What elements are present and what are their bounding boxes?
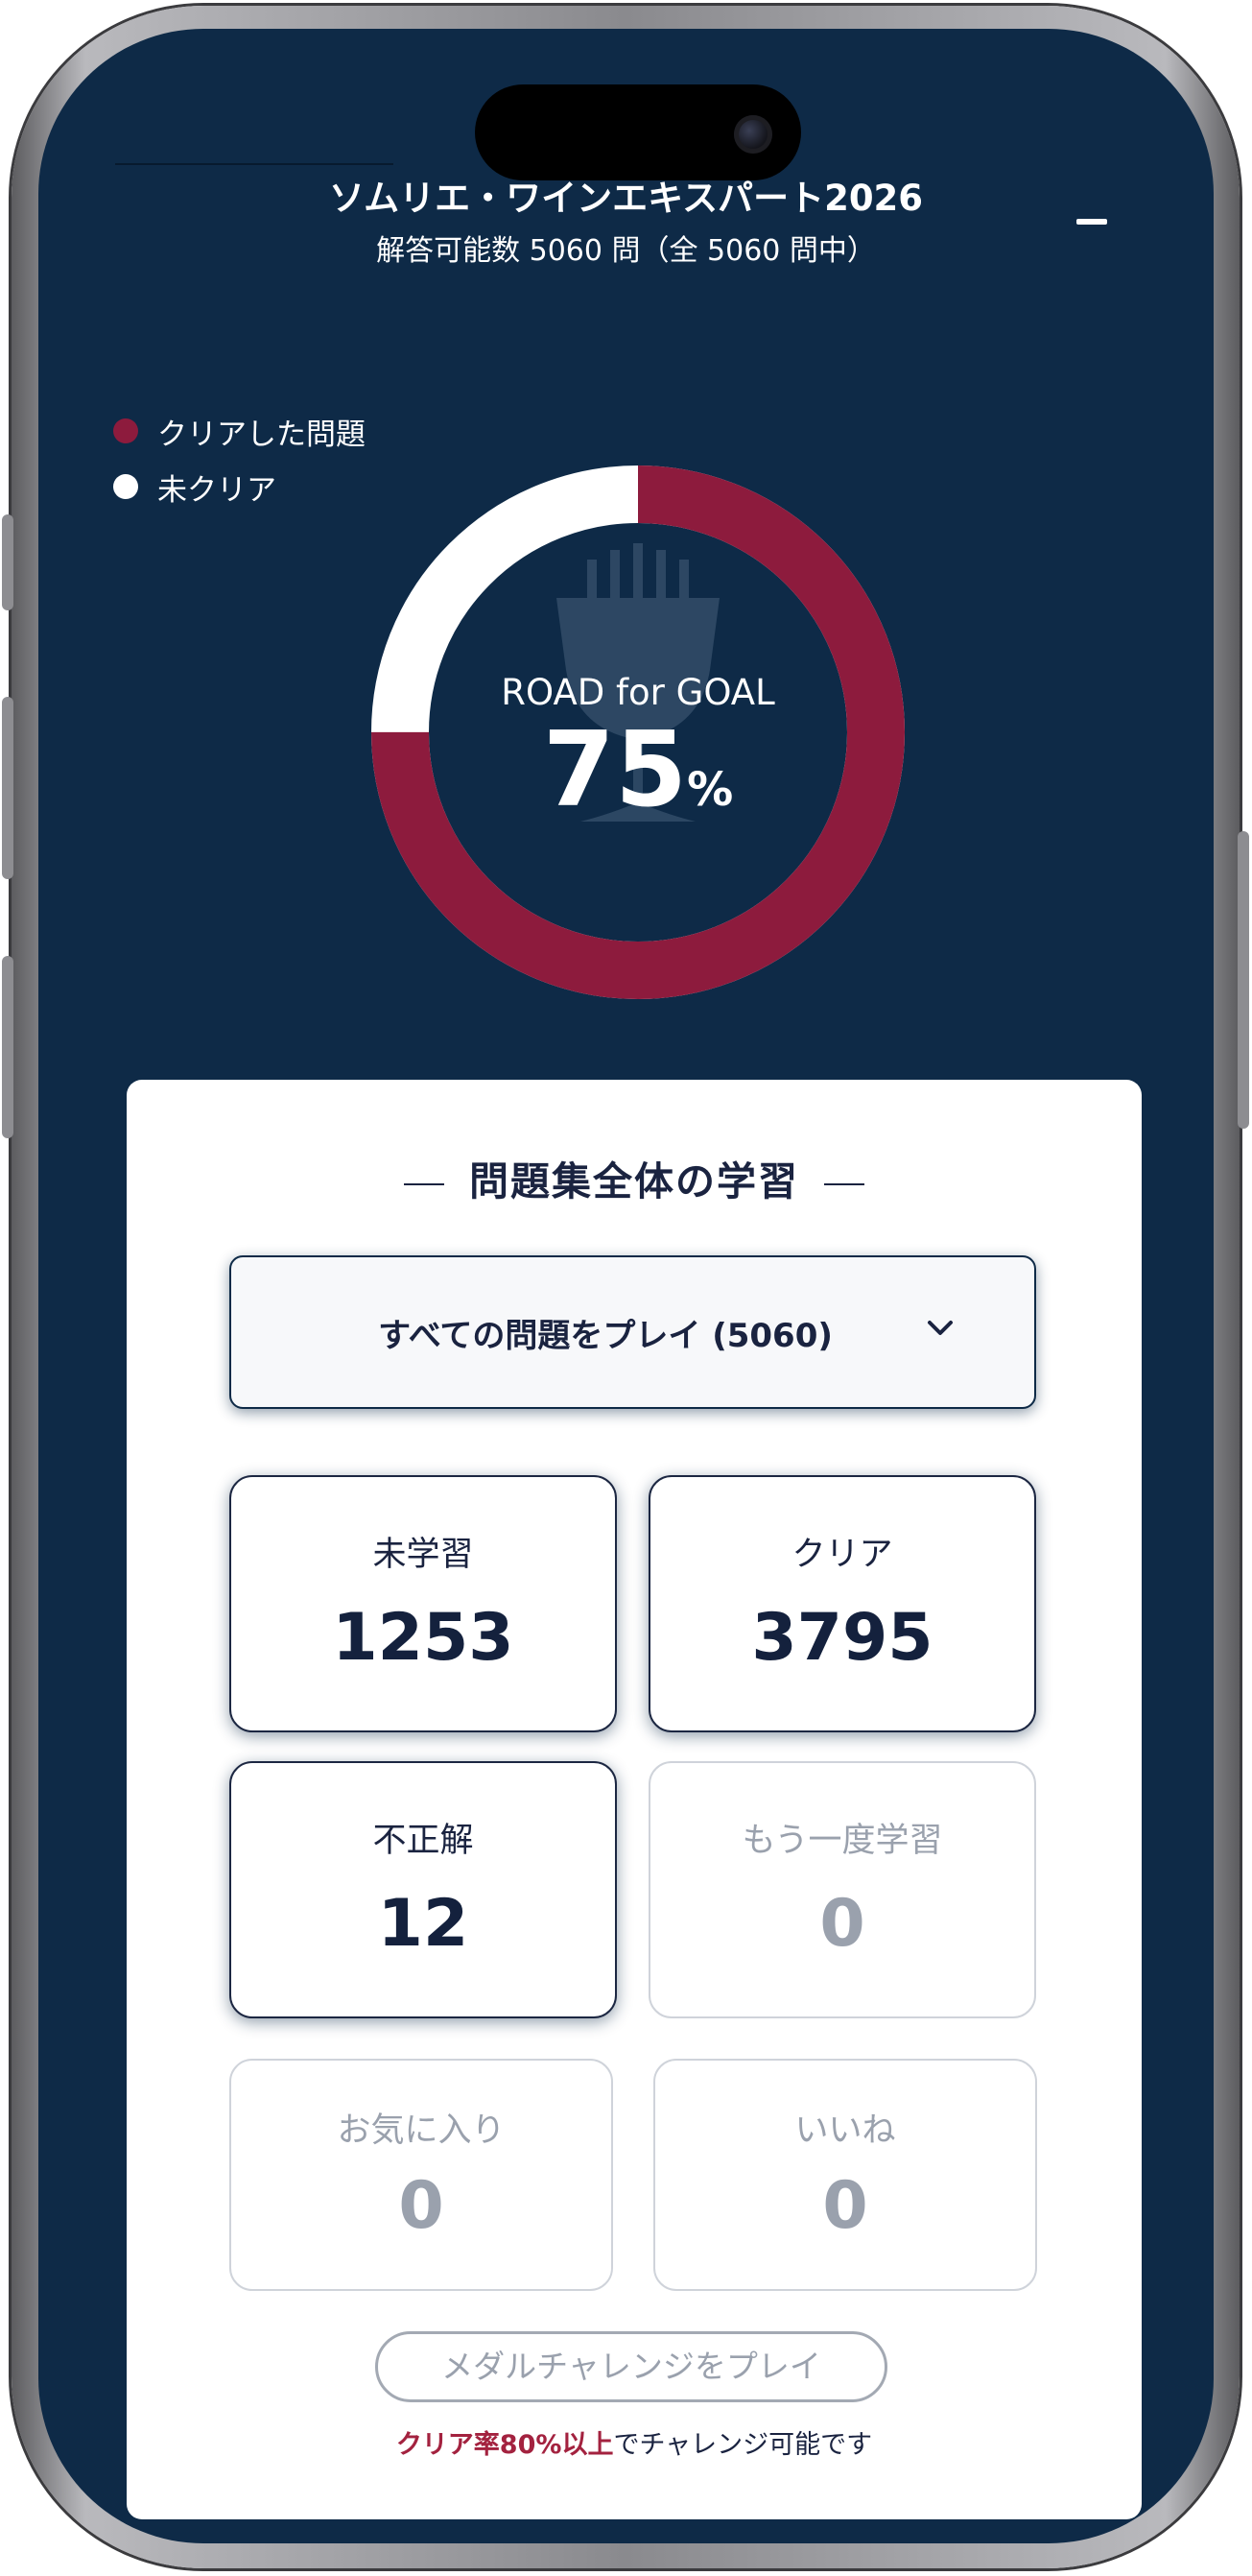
answerable-count: 解答可能数 5060 問（全 5060 問中） xyxy=(376,234,876,268)
tile-value: 1253 xyxy=(332,1600,514,1676)
title-dash-right xyxy=(824,1183,864,1185)
tile-cleared[interactable]: クリア 3795 xyxy=(649,1475,1036,1732)
tile-label: お気に入り xyxy=(337,2111,506,2150)
phone-volume-down-button xyxy=(2,956,13,1138)
phone-action-button xyxy=(2,514,13,610)
legend-label-cleared: クリアした問題 xyxy=(157,417,366,452)
legend-dot-uncleared xyxy=(113,474,138,499)
challenge-condition-note: クリア率80%以上でチャレンジ可能です xyxy=(127,2423,1142,2461)
legend-item-uncleared: 未クリア xyxy=(113,459,366,514)
challenge-condition-highlight: クリア率80%以上 xyxy=(395,2430,614,2460)
tile-label: 未学習 xyxy=(372,1536,474,1574)
phone-power-button xyxy=(1238,831,1249,1129)
section-title-text: 問題集全体の学習 xyxy=(469,1158,799,1205)
tile-value: 0 xyxy=(819,1886,865,1962)
tile-label: もう一度学習 xyxy=(742,1822,943,1860)
legend-item-cleared: クリアした問題 xyxy=(113,403,366,459)
tile-unstudied[interactable]: 未学習 1253 xyxy=(229,1475,617,1732)
minus-icon[interactable] xyxy=(1076,219,1107,225)
page-title: ソムリエ・ワインエキスパート2026 xyxy=(328,178,924,219)
header-divider xyxy=(115,163,393,165)
medal-challenge-button[interactable]: メダルチャレンジをプレイ xyxy=(375,2331,887,2402)
phone-volume-up-button xyxy=(2,697,13,879)
challenge-condition-text: でチャレンジ可能です xyxy=(613,2430,873,2460)
tile-label: 不正解 xyxy=(372,1822,474,1860)
tile-value: 12 xyxy=(377,1886,469,1962)
progress-percent-unit: % xyxy=(687,763,734,817)
section-title: 問題集全体の学習 xyxy=(127,1149,1142,1206)
play-scope-select[interactable]: すべての問題をプレイ (5060) xyxy=(229,1255,1036,1409)
legend-label-uncleared: 未クリア xyxy=(157,472,276,508)
tile-incorrect[interactable]: 不正解 12 xyxy=(229,1761,617,2018)
tile-favorites: お気に入り 0 xyxy=(229,2059,613,2291)
camera-icon xyxy=(734,115,772,154)
chevron-down-icon xyxy=(928,1321,953,1335)
progress-label: ROAD for GOAL xyxy=(501,672,775,713)
tile-label: いいね xyxy=(794,2111,896,2150)
tile-value: 0 xyxy=(398,2168,444,2244)
dynamic-island xyxy=(475,84,801,180)
progress-percent-number: 75 xyxy=(542,710,688,830)
tile-review-again: もう一度学習 0 xyxy=(649,1761,1036,2018)
tile-label: クリア xyxy=(791,1536,893,1574)
progress-donut: ROAD for GOAL 75% xyxy=(365,459,911,1006)
title-dash-left xyxy=(404,1183,444,1185)
tile-value: 3795 xyxy=(751,1600,933,1676)
play-scope-select-label: すべての問題をプレイ (5060) xyxy=(378,1317,833,1355)
tile-likes: いいね 0 xyxy=(653,2059,1037,2291)
phone-frame: ソムリエ・ワインエキスパート2026 解答可能数 5060 問（全 5060 問… xyxy=(2,6,1249,2568)
legend-dot-cleared xyxy=(113,418,138,443)
progress-value: 75% xyxy=(365,710,911,830)
tile-value: 0 xyxy=(822,2168,868,2244)
study-card: 問題集全体の学習 すべての問題をプレイ (5060) 未学習 1253 クリア … xyxy=(127,1080,1142,2519)
chart-legend: クリアした問題 未クリア xyxy=(113,403,366,514)
app-screen: ソムリエ・ワインエキスパート2026 解答可能数 5060 問（全 5060 問… xyxy=(38,29,1214,2543)
